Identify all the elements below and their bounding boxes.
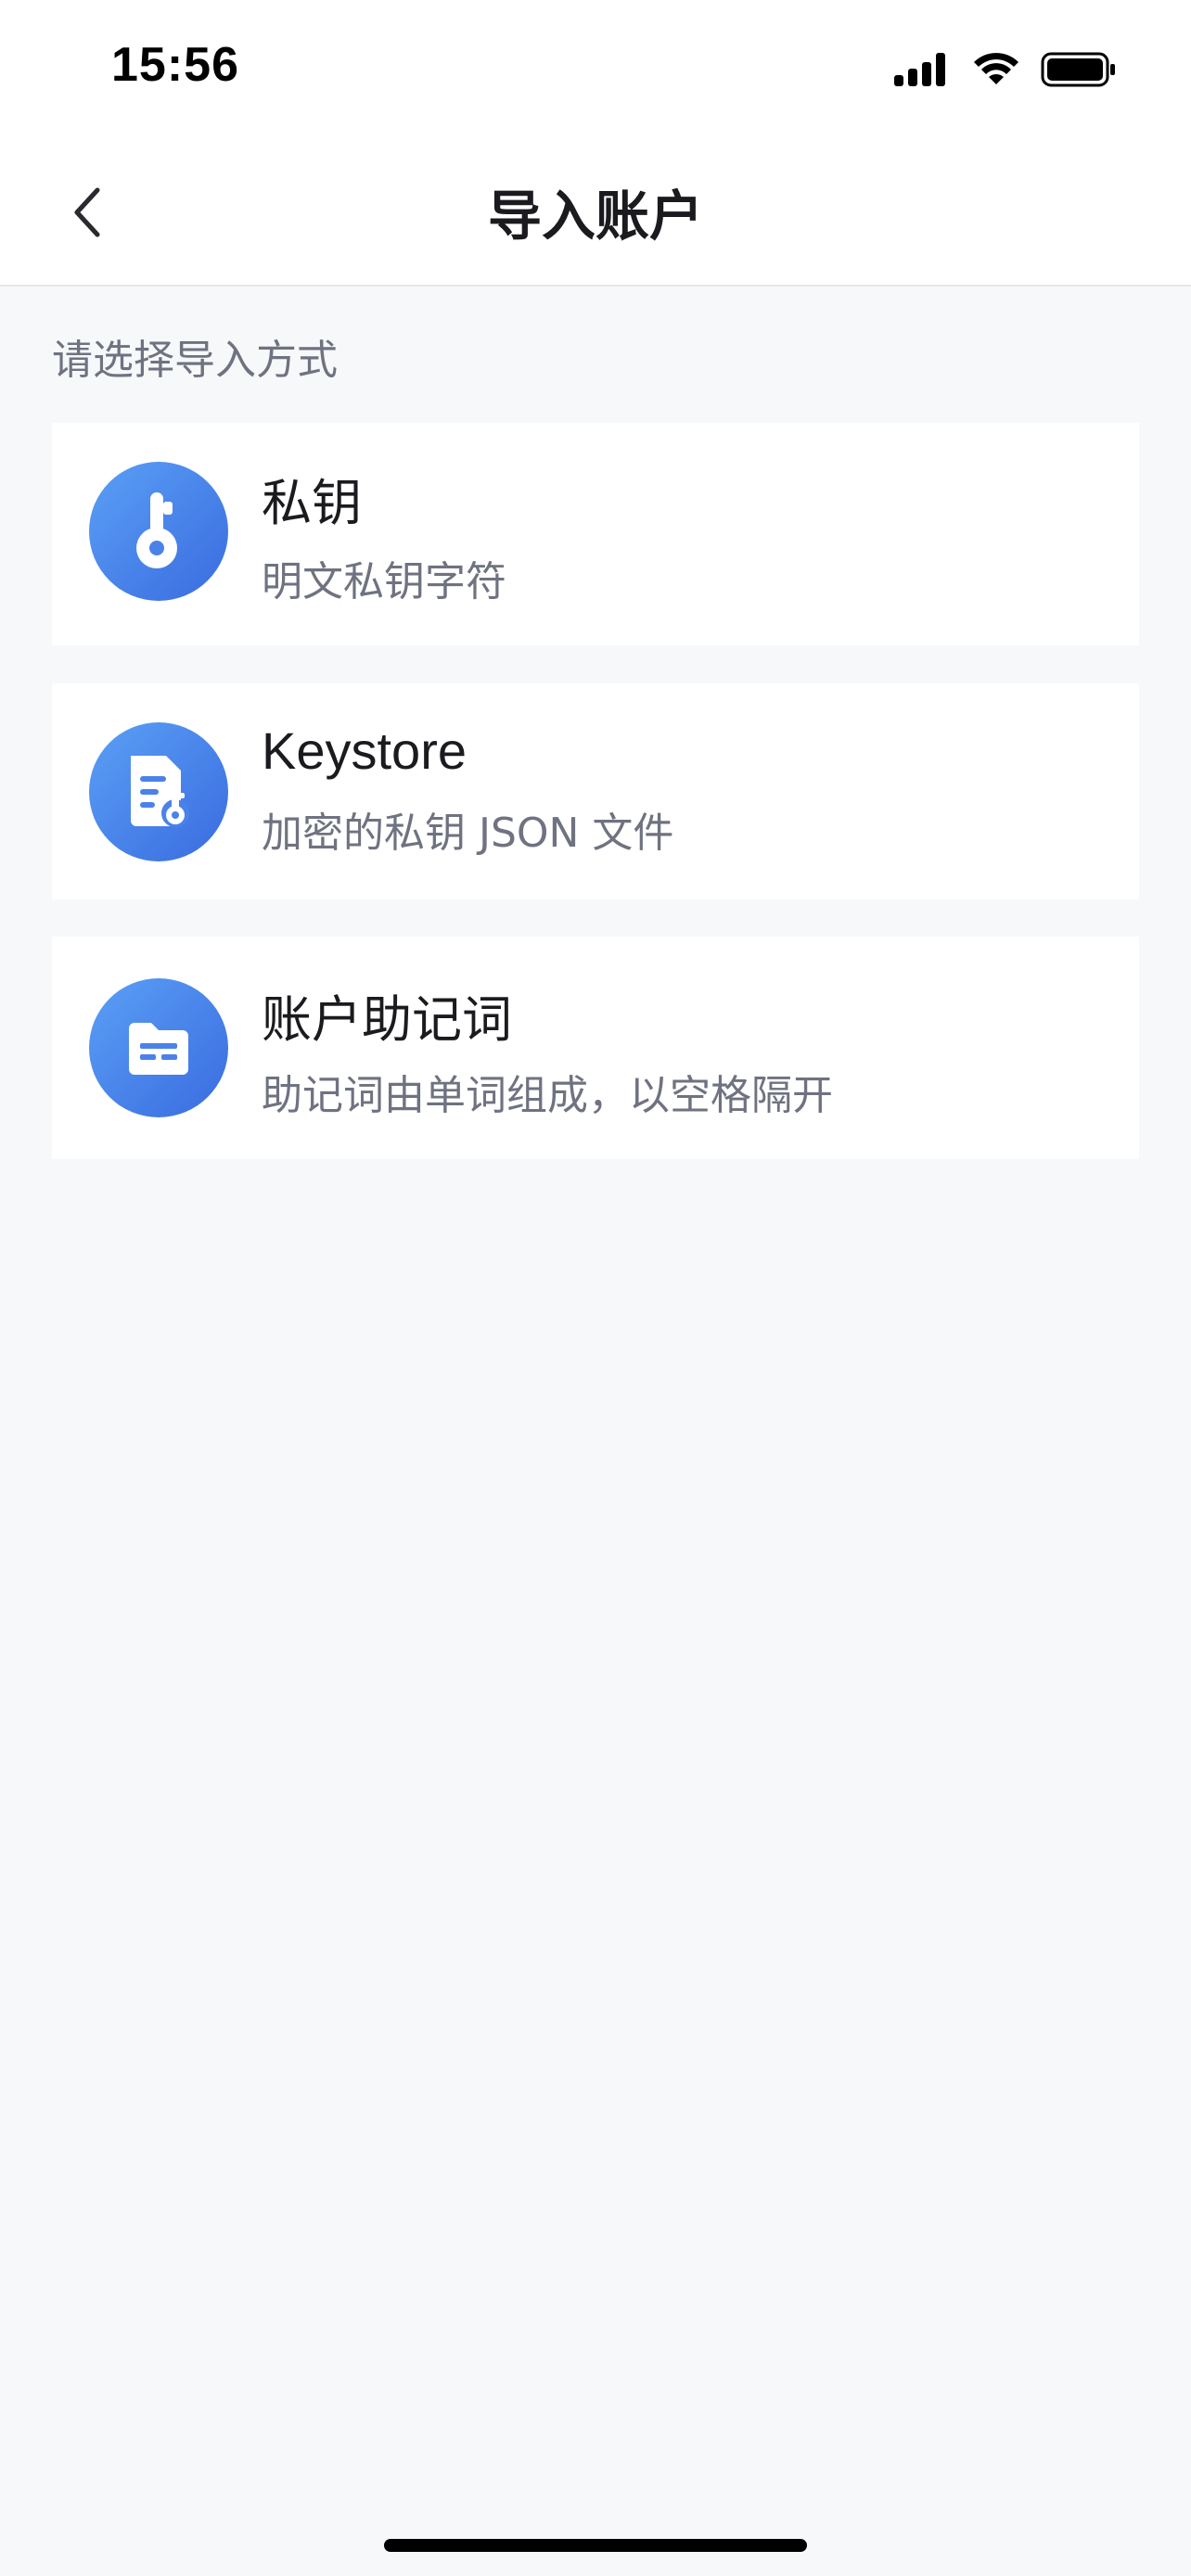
section-hint: 请选择导入方式 [52,337,338,384]
battery-icon [1041,52,1115,87]
status-time: 15:56 [111,38,239,92]
option-description: 加密的私钥 JSON 文件 [262,810,674,857]
option-mnemonic[interactable]: 账户助记词 助记词由单词组成，以空格隔开 [52,937,1139,1159]
key-icon [89,462,228,601]
option-private-key[interactable]: 私钥 明文私钥字符 [52,423,1139,645]
wifi-icon [974,53,1018,84]
option-description: 明文私钥字符 [262,558,506,606]
option-title: Keystore [262,721,467,780]
status-icons [894,46,1117,93]
option-keystore[interactable]: Keystore 加密的私钥 JSON 文件 [52,683,1139,899]
option-description: 助记词由单词组成，以空格隔开 [262,1072,833,1119]
status-bar: 15:56 [0,0,1191,139]
option-title: 账户助记词 [262,990,512,1049]
page-title: 导入账户 [487,185,703,248]
home-indicator[interactable] [384,2539,807,2552]
nav-bar: 导入账户 [0,139,1191,287]
option-title: 私钥 [262,474,362,532]
keystore-file-icon [89,722,228,861]
mnemonic-folder-icon [89,978,228,1117]
signal-icon [894,53,945,86]
